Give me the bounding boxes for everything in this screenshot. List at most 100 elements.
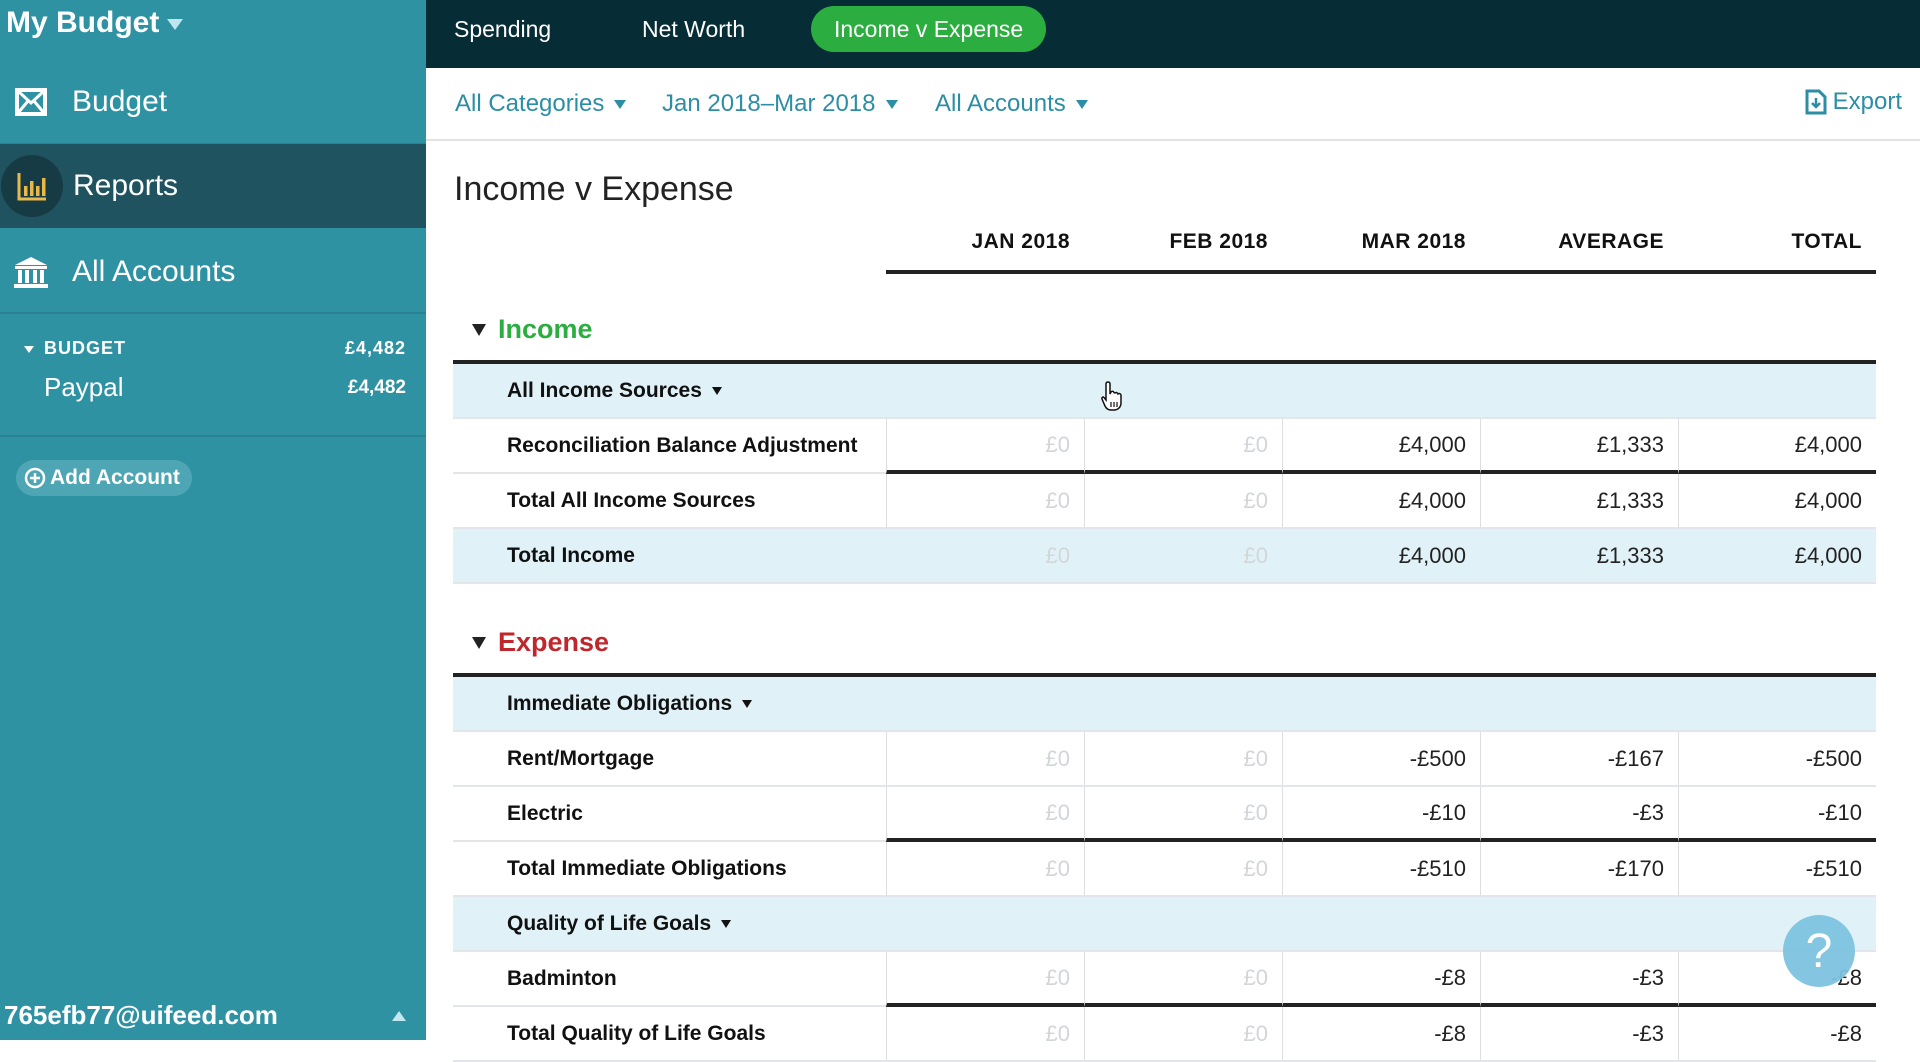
table-row: Electric £0 £0 -£10 -£3 -£10 [453,787,1876,842]
column-header-total: TOTAL [1791,230,1862,253]
envelope-icon [0,71,62,133]
caret-down-icon [614,99,627,109]
value-cell: £4,000 [1794,542,1862,568]
value-cell[interactable]: £0 [886,732,1084,785]
value-cell[interactable]: -£8 [1282,952,1480,1007]
income-table: All Income Sources Reconciliation Balanc… [453,360,1876,584]
value-cell[interactable]: -£10 [1282,787,1480,842]
value-cell[interactable]: £0 [886,787,1084,842]
tab-net-worth[interactable]: Net Worth [619,6,768,52]
value-cell[interactable]: £1,333 [1480,419,1678,474]
caret-down-icon [721,919,732,928]
budget-name: My Budget [6,6,160,39]
value-cell[interactable]: £0 [1084,419,1282,474]
value-cell[interactable]: -£500 [1282,732,1480,785]
accounts-filter[interactable]: All Accounts [935,90,1088,118]
table-row: Rent/Mortgage £0 £0 -£500 -£167 -£500 [453,732,1876,787]
sidebar: My Budget Budget Reports All Accounts BU… [0,0,426,1040]
value-cell: £4,000 [1398,542,1466,568]
value-cell[interactable]: £0 [886,474,1084,527]
value-cell[interactable]: -£8 [1282,1007,1480,1060]
help-button[interactable]: ? [1783,915,1855,987]
value-cell[interactable]: -£510 [1282,842,1480,895]
accounts-filter-label: All Accounts [935,90,1066,117]
add-account-button[interactable]: Add Account [16,460,192,496]
group-label: Quality of Life Goals [507,911,712,935]
value-cell[interactable]: -£167 [1480,732,1678,785]
caret-down-icon [1075,99,1088,109]
column-header-feb: FEB 2018 [1169,230,1268,253]
date-range-filter[interactable]: Jan 2018–Mar 2018 [662,90,898,118]
user-email[interactable]: 765efb77@uifeed.com [4,1000,278,1031]
sidebar-item-reports[interactable]: Reports [0,144,426,228]
value-cell[interactable]: -£3 [1480,1007,1678,1060]
file-download-icon [1805,89,1827,115]
group-total-row: Total Quality of Life Goals £0 £0 -£8 -£… [453,1007,1876,1062]
value-cell[interactable]: £0 [1084,474,1282,527]
account-item-paypal[interactable]: Paypal £4,482 [44,372,406,403]
row-label: Reconciliation Balance Adjustment [507,433,858,457]
income-section-toggle[interactable]: Income [472,314,593,345]
value-cell[interactable]: £1,333 [1480,474,1678,527]
value-cell[interactable]: £0 [1084,732,1282,785]
account-group-balance: £4,482 [344,338,406,358]
export-label: Export [1832,88,1902,115]
value-cell[interactable]: -£3 [1480,787,1678,842]
value-cell[interactable]: -£8 [1678,1007,1876,1060]
table-row: Reconciliation Balance Adjustment £0 £0 … [453,419,1876,474]
value-cell[interactable]: -£500 [1678,732,1876,785]
row-label: Total Quality of Life Goals [507,1021,766,1045]
categories-filter[interactable]: All Categories [455,90,627,118]
column-headers: JAN 2018 FEB 2018 MAR 2018 AVERAGE TOTAL [886,230,1876,274]
value-cell[interactable]: £0 [1084,952,1282,1007]
group-label: All Income Sources [507,378,702,402]
category-group-row[interactable]: Quality of Life Goals [453,897,1876,952]
category-group-row[interactable]: Immediate Obligations [453,677,1876,732]
budget-menu[interactable]: My Budget [6,6,184,40]
value-cell[interactable]: £0 [1084,787,1282,842]
value-cell: £1,333 [1596,542,1664,568]
value-cell[interactable]: £4,000 [1282,474,1480,527]
column-header-jan: JAN 2018 [971,230,1070,253]
chevron-up-icon[interactable] [392,1011,406,1021]
tab-spending[interactable]: Spending [431,6,574,52]
value-cell[interactable]: £0 [886,1007,1084,1060]
row-label: Total Income [507,543,635,567]
caret-down-icon [885,99,898,109]
hand-cursor-icon [1101,381,1122,411]
value-cell[interactable]: £4,000 [1678,474,1876,527]
row-label: Total All Income Sources [507,488,756,512]
bank-icon [0,241,62,303]
tab-income-v-expense[interactable]: Income v Expense [811,6,1047,52]
category-group-row[interactable]: All Income Sources [453,364,1876,419]
value-cell[interactable]: -£510 [1678,842,1876,895]
account-name: Paypal [44,372,124,402]
caret-down-icon [472,323,486,336]
value-cell[interactable]: £0 [886,419,1084,474]
date-range-label: Jan 2018–Mar 2018 [662,90,876,117]
value-cell[interactable]: £0 [1084,1007,1282,1060]
value-cell[interactable]: -£170 [1480,842,1678,895]
divider [0,435,426,437]
export-button[interactable]: Export [1805,88,1902,116]
value-cell[interactable]: £0 [886,952,1084,1007]
value-cell[interactable]: £4,000 [1678,419,1876,474]
categories-filter-label: All Categories [455,90,605,117]
value-cell[interactable]: £0 [886,842,1084,895]
account-group-budget[interactable]: BUDGET £4,482 [24,338,406,359]
expense-section-toggle[interactable]: Expense [472,627,609,658]
value-cell[interactable]: £0 [1084,842,1282,895]
filter-bar: All Categories Jan 2018–Mar 2018 All Acc… [426,68,1920,141]
sidebar-item-label: Budget [72,85,168,118]
account-balance: £4,482 [347,376,406,398]
value-cell[interactable]: -£10 [1678,787,1876,842]
sidebar-item-budget[interactable]: Budget [0,60,426,144]
account-group-label: BUDGET [44,338,126,358]
bar-chart-icon [1,155,63,217]
value-cell[interactable]: £4,000 [1282,419,1480,474]
value-cell[interactable]: -£3 [1480,952,1678,1007]
value-cell: £0 [1243,542,1268,568]
expense-table: Immediate Obligations Rent/Mortgage £0 £… [453,673,1876,1062]
caret-down-icon [711,386,722,395]
sidebar-item-all-accounts[interactable]: All Accounts [0,230,426,314]
